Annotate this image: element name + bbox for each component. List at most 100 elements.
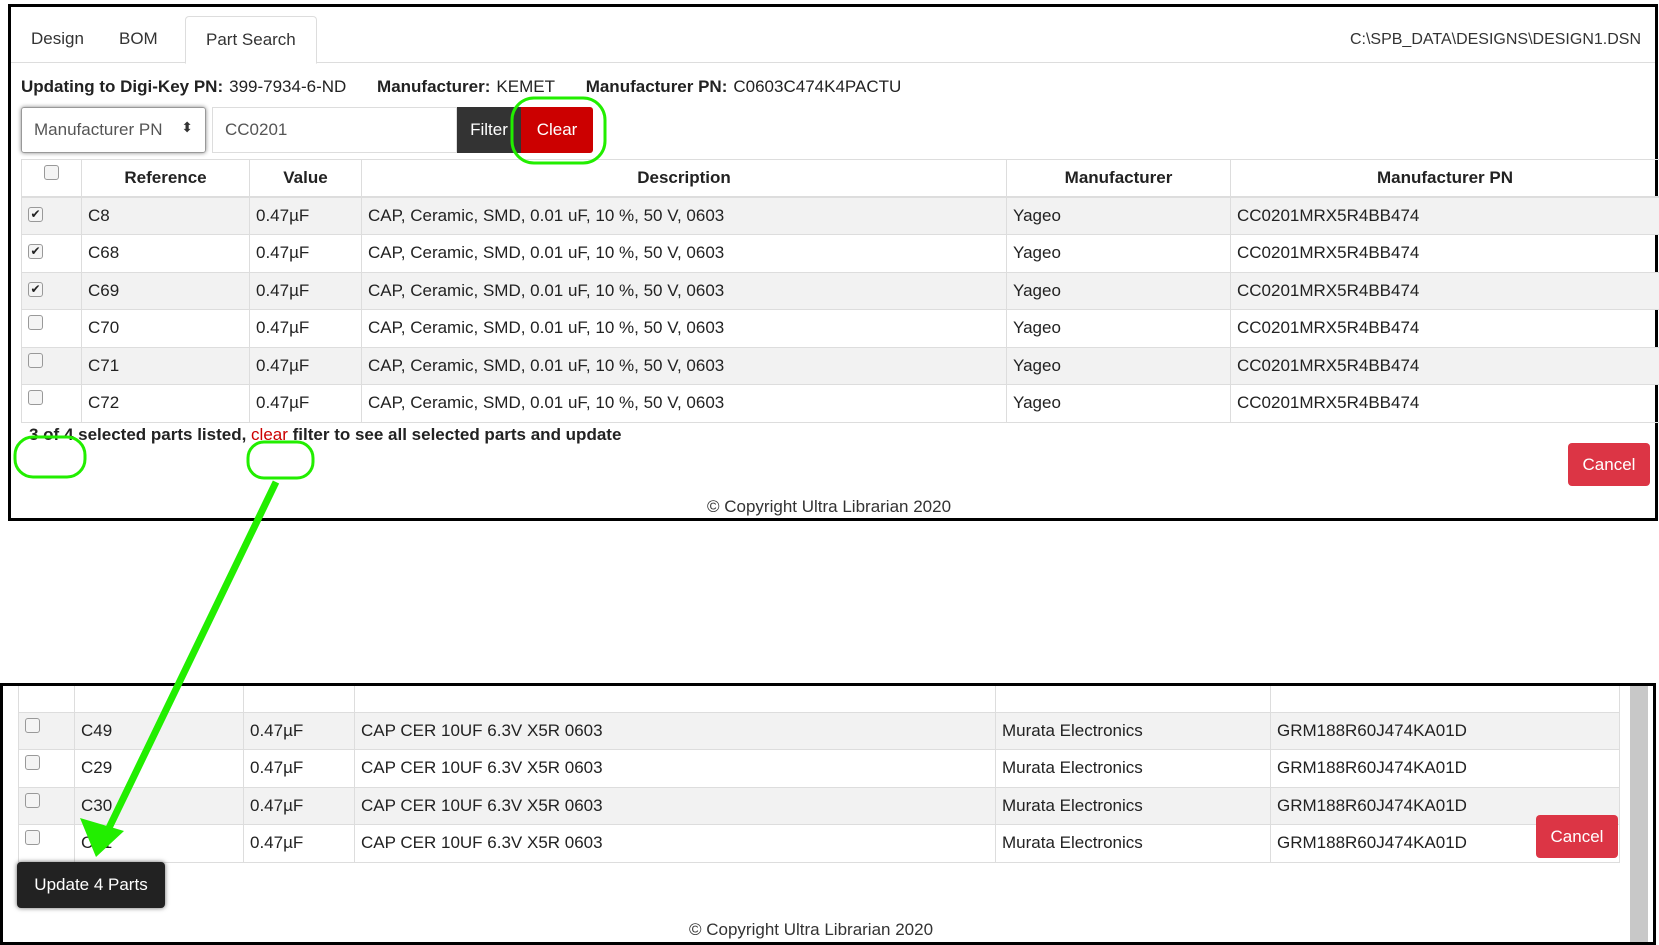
update-parts-button[interactable]: Update 4 Parts xyxy=(17,862,165,908)
part-search-panel-scrolled: C49 0.47µF CAP CER 10UF 6.3V X5R 0603 Murat… xyxy=(0,683,1656,945)
table-row[interactable]: C49 0.47µF CAP CER 10UF 6.3V X5R 0603 Murat… xyxy=(18,711,1620,750)
table-row[interactable]: C31 0.47µF CAP CER 10UF 6.3V X5R 0603 Murat… xyxy=(18,824,1620,863)
table-cell: C68 xyxy=(81,234,250,273)
table-cell: 0.47µF xyxy=(249,271,362,310)
table-cell: CAP CER 10UF 6.3V X5R 0603 xyxy=(354,824,996,863)
row-select-cell[interactable] xyxy=(21,309,82,348)
row-select-cell[interactable] xyxy=(18,749,75,788)
tab-bar: Design BOM Part Search C:\SPB_DATA\DESIG… xyxy=(11,7,1655,64)
filter-button[interactable]: Filter xyxy=(457,107,521,153)
table-row[interactable]: C29 0.47µF CAP CER 10UF 6.3V X5R 0603 Murat… xyxy=(18,749,1620,788)
table-cell: C29 xyxy=(74,749,244,788)
table-cell: CAP, Ceramic, SMD, 0.01 uF, 10 %, 50 V, … xyxy=(361,196,1007,235)
table-cell: GRM188R60J474KA01D xyxy=(1270,711,1620,750)
table-row[interactable]: C72 0.47µF CAP, Ceramic, SMD, 0.01 uF, 10 … xyxy=(21,384,1659,423)
status-text: filter to see all selected parts and upd… xyxy=(287,425,622,444)
part-search-panel: Design BOM Part Search C:\SPB_DATA\DESIG… xyxy=(8,4,1659,521)
select-all-header[interactable] xyxy=(21,159,82,198)
table-row[interactable]: C30 0.47µF CAP CER 10UF 6.3V X5R 0603 Murat… xyxy=(18,786,1620,825)
table-row[interactable]: ✔ C69 0.47µF CAP, Ceramic, SMD, 0.01 uF, 10… xyxy=(21,271,1659,310)
table-row[interactable]: C71 0.47µF CAP, Ceramic, SMD, 0.01 uF, 10 … xyxy=(21,346,1659,385)
digikey-label: Updating to Digi-Key PN: xyxy=(21,77,224,96)
column-header: Reference xyxy=(81,159,250,198)
select-all-checkbox[interactable] xyxy=(44,165,59,180)
table-cell: CAP CER 10UF 6.3V X5R 0603 xyxy=(354,749,996,788)
table-cell: Yageo xyxy=(1006,309,1231,348)
table-cell: Yageo xyxy=(1006,234,1231,273)
parts-table: Reference Value Description Manufacturer… xyxy=(21,159,1659,423)
cancel-button[interactable]: Cancel xyxy=(1536,815,1618,858)
status-text: selected parts listed, xyxy=(73,425,252,444)
table-cell xyxy=(18,686,75,713)
clear-button[interactable]: Clear xyxy=(521,107,593,153)
copyright: © Copyright Ultra Librarian 2020 xyxy=(689,920,934,939)
table-cell: CAP CER 10UF 6.3V X5R 0603 xyxy=(354,786,996,825)
clear-filter-link[interactable]: clear xyxy=(251,425,288,444)
table-row[interactable]: C70 0.47µF CAP, Ceramic, SMD, 0.01 uF, 10 … xyxy=(21,309,1659,348)
table-cell: CC0201MRX5R4BB474 xyxy=(1230,309,1659,348)
table-row[interactable]: ✔ C68 0.47µF CAP, Ceramic, SMD, 0.01 uF, 10… xyxy=(21,234,1659,273)
tab-part-search[interactable]: Part Search xyxy=(185,16,317,64)
mpn-value: C0603C474K4PACTU xyxy=(733,77,902,96)
sort-arrows-icon: ⬍ xyxy=(181,119,193,135)
row-select-cell[interactable] xyxy=(21,384,82,423)
row-checkbox[interactable] xyxy=(28,390,43,406)
table-cell: C70 xyxy=(81,309,250,348)
row-checkbox[interactable] xyxy=(28,315,43,331)
parts-table: C49 0.47µF CAP CER 10UF 6.3V X5R 0603 Murat… xyxy=(18,686,1620,863)
table-cell: C8 xyxy=(81,196,250,235)
table-row[interactable]: ✔ C8 0.47µF CAP, Ceramic, SMD, 0.01 uF, 10 … xyxy=(21,196,1659,235)
tab-bom[interactable]: BOM xyxy=(99,16,178,64)
row-checkbox[interactable] xyxy=(28,352,43,368)
cancel-button[interactable]: Cancel xyxy=(1568,443,1650,486)
column-header: Manufacturer PN xyxy=(1230,159,1659,198)
scrollbar[interactable] xyxy=(1630,686,1648,942)
row-checkbox[interactable]: ✔ xyxy=(28,244,43,260)
manufacturer-label: Manufacturer: xyxy=(377,77,491,96)
row-select-cell[interactable]: ✔ xyxy=(21,234,82,273)
filter-input[interactable]: CC0201 xyxy=(212,107,457,153)
file-path: C:\SPB_DATA\DESIGNS\DESIGN1.DSN xyxy=(1349,31,1641,48)
row-checkbox[interactable]: ✔ xyxy=(28,281,43,297)
row-checkbox[interactable] xyxy=(25,755,40,771)
status-message: 3 of 4 selected parts listed, clear filt… xyxy=(29,425,621,445)
row-select-cell[interactable]: ✔ xyxy=(21,196,82,235)
selected-count: 3 of 4 xyxy=(29,425,74,444)
table-cell: Murata Electronics xyxy=(995,824,1271,863)
column-header: Manufacturer xyxy=(1006,159,1231,198)
row-select-cell[interactable] xyxy=(18,824,75,863)
filter-field-select[interactable]: Manufacturer PN ⬍ xyxy=(21,107,206,153)
tab-design[interactable]: Design xyxy=(11,16,104,64)
table-cell: 0.47µF xyxy=(249,384,362,423)
table-cell: Murata Electronics xyxy=(995,749,1271,788)
table-cell: C69 xyxy=(81,271,250,310)
table-cell: Murata Electronics xyxy=(995,711,1271,750)
table-cell xyxy=(995,686,1271,713)
row-checkbox[interactable] xyxy=(25,792,40,808)
row-select-cell[interactable]: ✔ xyxy=(21,271,82,310)
table-cell: CC0201MRX5R4BB474 xyxy=(1230,234,1659,273)
table-cell xyxy=(74,686,244,713)
row-select-cell[interactable] xyxy=(18,711,75,750)
row-select-cell[interactable] xyxy=(21,346,82,385)
table-cell: 0.47µF xyxy=(243,824,355,863)
row-checkbox[interactable] xyxy=(25,830,40,846)
table-cell: GRM188R60J474KA01D xyxy=(1270,749,1620,788)
update-info: Updating to Digi-Key PN: 399-7934-6-ND Ma… xyxy=(21,77,927,97)
row-checkbox[interactable]: ✔ xyxy=(28,207,43,222)
table-cell: Yageo xyxy=(1006,196,1231,235)
row-select-cell[interactable] xyxy=(18,786,75,825)
table-cell: CAP, Ceramic, SMD, 0.01 uF, 10 %, 50 V, … xyxy=(361,234,1007,273)
row-checkbox[interactable] xyxy=(25,717,40,733)
column-header: Value xyxy=(249,159,362,198)
table-cell: CC0201MRX5R4BB474 xyxy=(1230,384,1659,423)
table-cell: Yageo xyxy=(1006,346,1231,385)
manufacturer-value: KEMET xyxy=(496,77,555,96)
table-cell: Yageo xyxy=(1006,271,1231,310)
table-cell: 0.47µF xyxy=(243,749,355,788)
table-cell: C31 xyxy=(74,824,244,863)
digikey-value: 399-7934-6-ND xyxy=(229,77,347,96)
table-cell: Yageo xyxy=(1006,384,1231,423)
table-cell: CC0201MRX5R4BB474 xyxy=(1230,196,1659,235)
table-cell: CAP, Ceramic, SMD, 0.01 uF, 10 %, 50 V, … xyxy=(361,384,1007,423)
